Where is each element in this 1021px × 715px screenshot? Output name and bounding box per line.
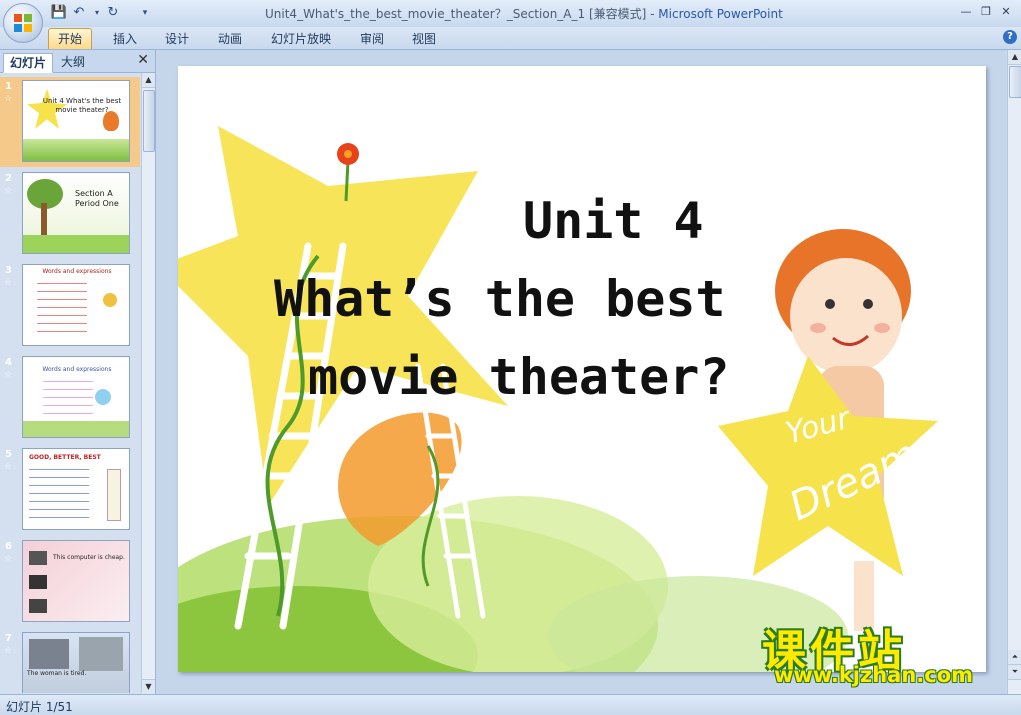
- animation-star-icon: ☆: [4, 94, 13, 104]
- slide-title-line-2: What’s the best: [274, 270, 726, 328]
- thumbnail-image: Section A Period One: [22, 172, 130, 254]
- scrollbar-thumb[interactable]: [143, 90, 155, 152]
- window-title: Unit4_What's_the_best_movie_theater？_Sec…: [265, 5, 783, 22]
- scroll-down-icon[interactable]: ▼: [142, 679, 155, 694]
- document-title: Unit4_What's_the_best_movie_theater？_Sec…: [265, 7, 659, 21]
- minimize-icon[interactable]: —: [957, 4, 975, 19]
- tab-insert[interactable]: 插入: [113, 30, 137, 48]
- slide-number: 3: [5, 265, 12, 276]
- thumbnail-text: Words and expressions: [42, 268, 112, 275]
- tab-slideshow[interactable]: 幻灯片放映: [271, 30, 331, 48]
- slide-indicator: 幻灯片 1/51: [6, 700, 73, 714]
- close-icon[interactable]: ✕: [997, 4, 1015, 19]
- slide-number: 2: [5, 173, 12, 184]
- scroll-up-icon[interactable]: ▲: [1008, 50, 1021, 65]
- slide-thumbnail-7[interactable]: 7 ☆ The woman is tired.: [0, 629, 140, 693]
- slide-thumbnail-4[interactable]: 4 ☆ Words and expressions: [0, 353, 140, 443]
- app-name: Microsoft PowerPoint: [658, 7, 783, 21]
- slide-number: 5: [5, 449, 12, 460]
- save-icon[interactable]: 💾: [50, 4, 68, 22]
- status-bar: 幻灯片 1/51: [0, 694, 1021, 715]
- tab-animations[interactable]: 动画: [218, 30, 242, 48]
- thumbnail-text: The woman is tired.: [27, 670, 87, 677]
- slide-thumbnail-3[interactable]: 3 ☆ Words and expressions: [0, 261, 140, 351]
- current-slide[interactable]: Unit 4 What’s the best movie theater? Yo…: [178, 66, 986, 672]
- slide-thumbnail-5[interactable]: 5 ☆ GOOD, BETTER, BEST: [0, 445, 140, 535]
- animation-star-icon: ☆: [4, 646, 13, 656]
- previous-slide-icon[interactable]: ⏶: [1008, 650, 1021, 665]
- animation-star-icon: ☆: [4, 278, 13, 288]
- restore-icon[interactable]: ❐: [977, 4, 995, 19]
- pane-tabs: 幻灯片 大纲 ✕: [0, 50, 155, 73]
- slide-thumbnail-1[interactable]: 1 ☆ Unit 4 What's the best movie theater…: [0, 77, 140, 167]
- slide-number: 6: [5, 541, 12, 552]
- tab-slides[interactable]: 幻灯片: [3, 53, 54, 73]
- tab-view[interactable]: 视图: [412, 30, 436, 48]
- thumbnail-image: This computer is cheap.: [22, 540, 130, 622]
- title-bar: 💾 ↶ ▾ ↻ ▾ Unit4_What's_the_best_movie_th…: [0, 0, 1021, 27]
- animation-star-icon: ☆: [4, 554, 13, 564]
- animation-star-icon: ☆: [4, 186, 13, 196]
- scrollbar-thumb[interactable]: [1009, 66, 1021, 98]
- slide-number: 1: [5, 81, 12, 92]
- close-pane-icon[interactable]: ✕: [137, 52, 149, 68]
- slide-editing-area: Unit 4 What’s the best movie theater? Yo…: [156, 50, 1007, 694]
- slides-pane: 幻灯片 大纲 ✕ 1 ☆ Unit 4 What's the best movi…: [0, 50, 156, 694]
- animation-star-icon: ☆: [4, 462, 13, 472]
- tab-review[interactable]: 审阅: [360, 30, 384, 48]
- scroll-up-icon[interactable]: ▲: [142, 73, 155, 88]
- slide-number: 7: [5, 633, 12, 644]
- slides-pane-scrollbar[interactable]: ▲ ▼: [141, 73, 155, 694]
- ribbon-tabs: 开始 插入 设计 动画 幻灯片放映 审阅 视图 ?: [0, 27, 1021, 50]
- slide-artwork: Unit 4 What’s the best movie theater? Yo…: [178, 126, 938, 672]
- redo-icon[interactable]: ↻: [104, 4, 122, 22]
- slide-title-line-1: Unit 4: [523, 192, 704, 250]
- thumbnail-image: Words and expressions: [22, 264, 130, 346]
- slide-title-line-3: movie theater?: [308, 348, 729, 406]
- slide-number: 4: [5, 357, 12, 368]
- slide-thumbnail-2[interactable]: 2 ☆ Section A Period One: [0, 169, 140, 259]
- customize-quick-access-icon[interactable]: ▾: [136, 4, 154, 22]
- tab-design[interactable]: 设计: [165, 30, 189, 48]
- thumbnail-text: This computer is cheap.: [53, 554, 125, 561]
- undo-icon[interactable]: ↶: [70, 4, 88, 22]
- slide-thumbnail-6[interactable]: 6 ☆ This computer is cheap.: [0, 537, 140, 627]
- office-logo-icon: [14, 14, 32, 32]
- flower-stem: [344, 160, 350, 202]
- tab-home[interactable]: 开始: [48, 28, 93, 49]
- thumbnail-text: Section A Period One: [75, 189, 119, 208]
- thumbnail-image: The woman is tired.: [22, 632, 130, 693]
- thumbnail-image: Unit 4 What's the best movie theater?: [22, 80, 130, 162]
- animation-star-icon: ☆: [4, 370, 13, 380]
- office-button[interactable]: [3, 3, 43, 43]
- thumbnail-image: Words and expressions: [22, 356, 130, 438]
- editor-scrollbar[interactable]: ▲ ⏶ ⏷: [1007, 50, 1021, 694]
- thumbnail-text: GOOD, BETTER, BEST: [29, 454, 101, 461]
- thumbnail-text: Unit 4 What's the best movie theater?: [42, 97, 122, 114]
- watermark-url: www.kjzhan.com: [774, 663, 974, 687]
- slide-thumbnail-list: 1 ☆ Unit 4 What's the best movie theater…: [0, 73, 140, 693]
- thumbnail-image: GOOD, BETTER, BEST: [22, 448, 130, 530]
- tab-outline[interactable]: 大纲: [55, 53, 91, 71]
- help-icon[interactable]: ?: [1003, 30, 1017, 44]
- thumbnail-text: Words and expressions: [42, 366, 112, 373]
- next-slide-icon[interactable]: ⏷: [1008, 665, 1021, 680]
